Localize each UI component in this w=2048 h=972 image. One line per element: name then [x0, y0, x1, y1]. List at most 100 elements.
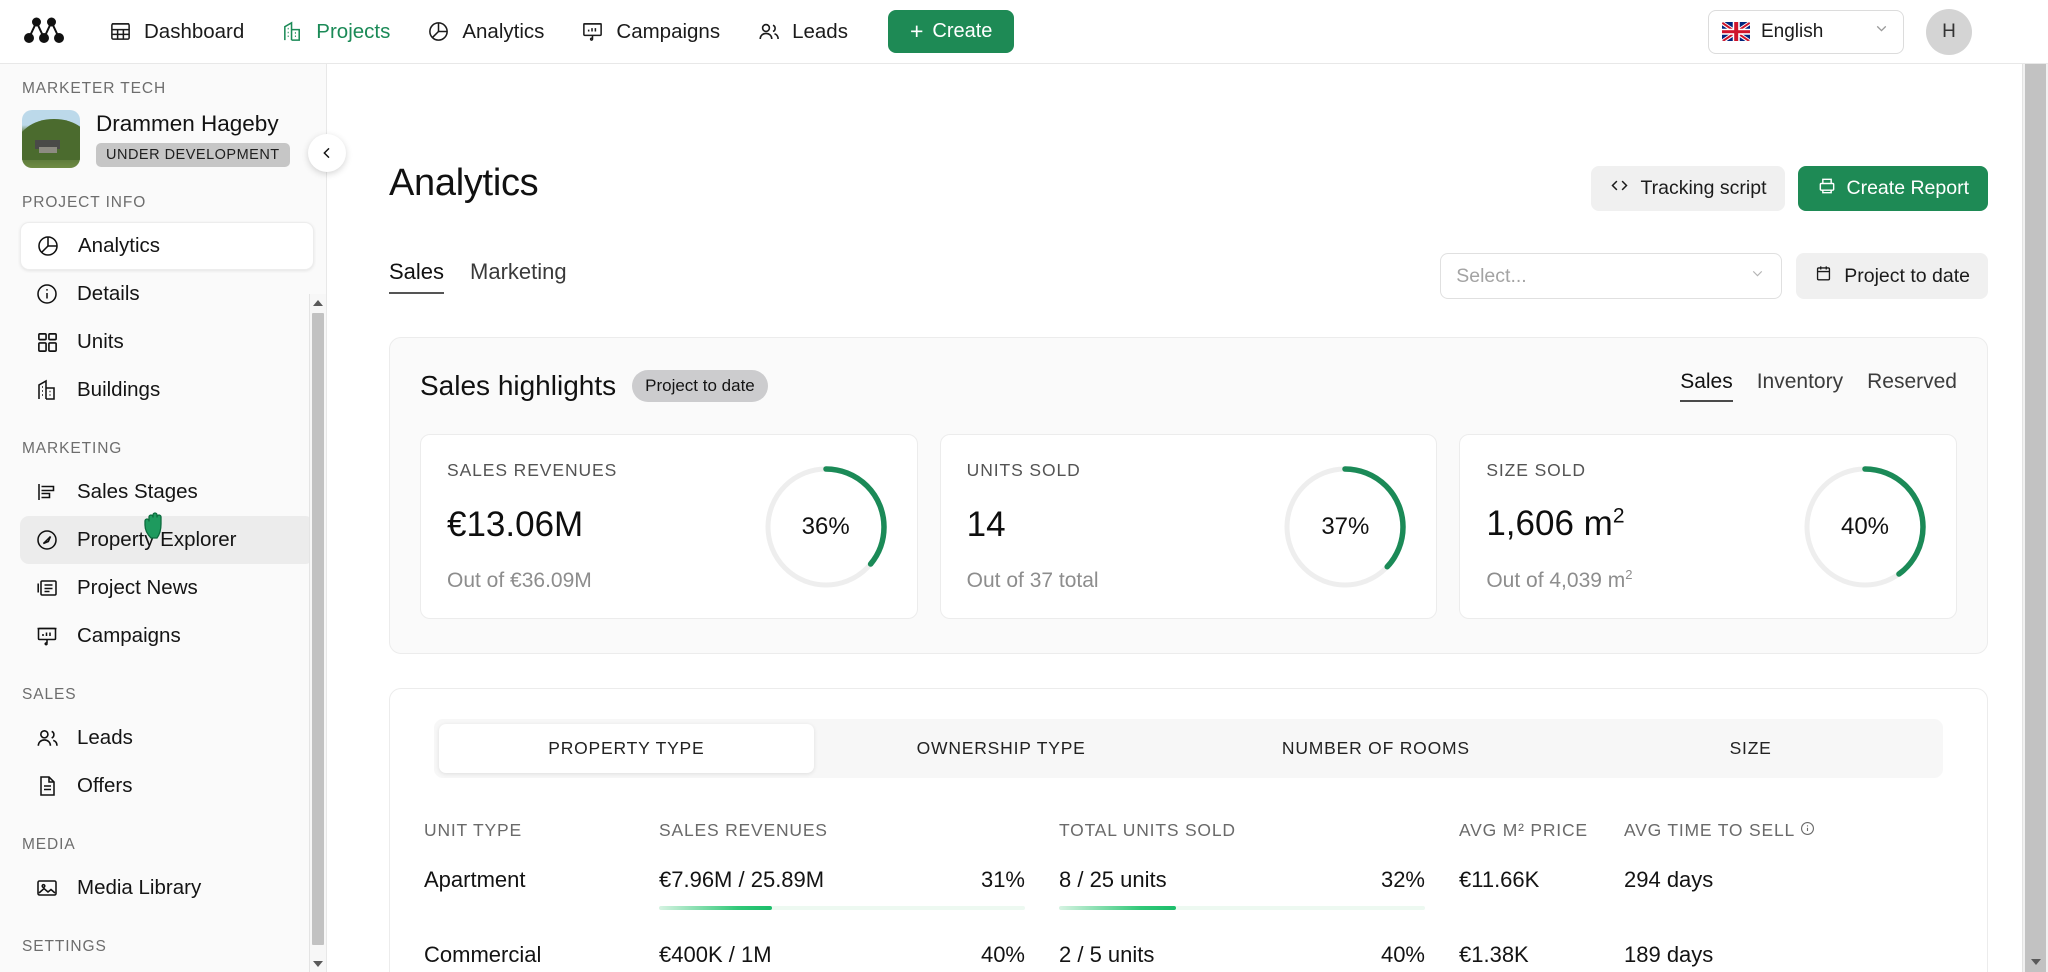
- table-row[interactable]: Apartment €7.96M / 25.89M 31% 8 / 25 uni…: [424, 867, 1953, 942]
- highlights-tab-inventory[interactable]: Inventory: [1757, 370, 1843, 402]
- filter-select[interactable]: Select...: [1440, 253, 1783, 299]
- sidebar-label-sales-stages: Sales Stages: [77, 480, 198, 503]
- kpi-label-units-sold: UNITS SOLD: [966, 460, 1081, 480]
- bar-stages-icon: [34, 479, 60, 505]
- sidebar-collapse-button[interactable]: [308, 134, 346, 172]
- sidebar-group-title-project-info: PROJECT INFO: [22, 194, 147, 211]
- tab-marketing[interactable]: Marketing: [470, 259, 567, 294]
- col-total-units-sold: TOTAL UNITS SOLD: [1059, 820, 1236, 840]
- sidebar-item-buildings[interactable]: Buildings: [20, 366, 314, 414]
- nav-item-dashboard[interactable]: Dashboard: [90, 11, 262, 52]
- sales-highlights-tabs: Sales Inventory Reserved: [1680, 370, 1957, 402]
- sidebar-item-campaigns[interactable]: Campaigns: [20, 612, 314, 660]
- browser-scrollbar-thumb[interactable]: [2025, 64, 2046, 972]
- col-sales-revenues: SALES REVENUES: [659, 820, 828, 840]
- sales-highlights-title: Sales highlights: [420, 370, 617, 401]
- kpi-value-size-sold: 1,606 m2: [1486, 504, 1625, 543]
- grid-four-icon: [34, 329, 60, 355]
- segment-property-type[interactable]: PROPERTY TYPE: [439, 724, 814, 773]
- kpi-sub-units-sold: Out of 37 total: [966, 569, 1099, 592]
- sales-highlights-period-pill: Project to date: [632, 370, 768, 402]
- avatar[interactable]: H: [1926, 8, 1972, 55]
- table-row[interactable]: Commercial €400K / 1M 40% 2 / 5 units 40…: [424, 942, 1953, 972]
- kpi-cards: SALES REVENUES €13.06M Out of €36.09M 36…: [420, 434, 1958, 619]
- segment-number-of-rooms[interactable]: NUMBER OF ROOMS: [1189, 724, 1564, 773]
- chevron-down-icon: [1873, 20, 1890, 43]
- browser-scrollbar[interactable]: [2022, 64, 2048, 972]
- compass-icon: [34, 527, 60, 553]
- create-report-button[interactable]: Create Report: [1797, 166, 1988, 211]
- segment-size[interactable]: SIZE: [1563, 724, 1938, 773]
- pie-chart-icon: [426, 19, 451, 44]
- sidebar-item-offers[interactable]: Offers: [20, 762, 314, 810]
- sidebar-group-title-sales: SALES: [22, 686, 77, 703]
- cell-sales-revenues: €7.96M / 25.89M 31%: [659, 867, 1059, 942]
- sub-header: Sales Marketing Select... Project to dat…: [389, 253, 1988, 299]
- cell-total-units-sold: 2 / 5 units 40%: [1059, 942, 1459, 972]
- highlights-tab-inventory-label: Inventory: [1756, 370, 1844, 393]
- project-summary[interactable]: Drammen Hageby UNDER DEVELOPMENT: [0, 108, 326, 168]
- col-avg-time-to-sell: AVG TIME TO SELL: [1624, 806, 1953, 867]
- col-avg-time-to-sell-label: AVG TIME TO SELL: [1624, 820, 1795, 840]
- sidebar-item-project-news[interactable]: Project News: [20, 564, 314, 612]
- page-header-actions: Tracking script Create Report: [1591, 162, 1988, 211]
- cell-avg-m2-price: €1.38K: [1459, 942, 1529, 967]
- report-icon: [1817, 176, 1837, 202]
- mm-logo-icon[interactable]: [22, 12, 66, 52]
- scroll-down-arrow-icon[interactable]: [2023, 952, 2048, 972]
- highlights-tab-reserved[interactable]: Reserved: [1867, 370, 1957, 402]
- scroll-up-arrow-icon[interactable]: [310, 294, 326, 311]
- breakdown-table-head: UNIT TYPE SALES REVENUES TOTAL UNITS SOL…: [424, 806, 1953, 867]
- sidebar-label-property-explorer: Property Explorer: [77, 528, 237, 551]
- kpi-label-size-sold: SIZE SOLD: [1486, 460, 1586, 480]
- progress-bar-units: [1059, 906, 1425, 910]
- nav-item-campaigns[interactable]: Campaigns: [562, 11, 738, 52]
- segment-ownership-type[interactable]: OWNERSHIP TYPE: [814, 724, 1189, 773]
- sidebar-label-details: Details: [77, 282, 140, 305]
- cell-sales-revenues: €400K / 1M 40%: [659, 942, 1059, 972]
- sidebar-item-analytics[interactable]: Analytics: [20, 222, 314, 270]
- sidebar-item-details[interactable]: Details: [20, 270, 314, 318]
- info-tooltip-icon[interactable]: [1800, 820, 1815, 840]
- sidebar: MARKETER TECH Drammen Hageby UNDER DEVEL…: [0, 64, 327, 972]
- users-icon: [34, 725, 60, 751]
- sidebar-item-sales-stages[interactable]: Sales Stages: [20, 468, 314, 516]
- org-caption: MARKETER TECH: [22, 80, 167, 97]
- breakdown-table: UNIT TYPE SALES REVENUES TOTAL UNITS SOL…: [424, 806, 1953, 972]
- create-button[interactable]: + Create: [887, 10, 1015, 53]
- date-range-button[interactable]: Project to date: [1796, 253, 1988, 299]
- sidebar-item-leads[interactable]: Leads: [20, 714, 314, 762]
- kpi-value-sales-revenues: €13.06M: [447, 505, 584, 544]
- nav-item-projects[interactable]: Projects: [262, 11, 408, 52]
- page-header: Analytics Tracking script Create Report: [389, 64, 1988, 211]
- main-padding: Analytics Tracking script Create Report …: [327, 64, 2048, 972]
- topnav-right-cluster: English H: [1708, 8, 2024, 55]
- nav-item-leads[interactable]: Leads: [738, 11, 866, 52]
- create-report-label: Create Report: [1846, 177, 1969, 199]
- page-title: Analytics: [389, 162, 539, 204]
- chevron-down-icon: [1749, 265, 1766, 288]
- nav-label-campaigns: Campaigns: [616, 19, 721, 43]
- cell-avg-time-to-sell: 294 days: [1624, 867, 1714, 892]
- language-selector[interactable]: English: [1708, 9, 1904, 54]
- table-header-row: UNIT TYPE SALES REVENUES TOTAL UNITS SOL…: [424, 806, 1953, 867]
- tab-sales[interactable]: Sales: [389, 258, 445, 294]
- avatar-initial: H: [1942, 20, 1956, 42]
- sidebar-group-title-media: MEDIA: [22, 836, 76, 853]
- tab-sales-label: Sales: [389, 258, 445, 284]
- sidebar-scrollbar[interactable]: [309, 294, 326, 972]
- scroll-down-arrow-icon[interactable]: [310, 955, 326, 972]
- cell-units-value: 8 / 25 units: [1059, 867, 1167, 892]
- nav-item-analytics[interactable]: Analytics: [408, 11, 562, 52]
- analytics-tabs: Sales Marketing: [389, 259, 567, 294]
- sidebar-item-property-explorer[interactable]: Property Explorer: [20, 516, 314, 564]
- tracking-script-button[interactable]: Tracking script: [1591, 166, 1785, 211]
- sidebar-scrollbar-thumb[interactable]: [312, 313, 324, 945]
- kpi-card-units-sold: UNITS SOLD 14 Out of 37 total 37%: [939, 434, 1438, 619]
- highlights-tab-sales[interactable]: Sales: [1680, 370, 1733, 402]
- sidebar-item-media-library[interactable]: Media Library: [20, 864, 314, 912]
- app-root: Dashboard Projects Analytics Campaigns L…: [0, 0, 2048, 972]
- sidebar-item-units[interactable]: Units: [20, 318, 314, 366]
- sidebar-label-offers: Offers: [77, 774, 133, 797]
- donut-chart-sales-revenues: 36%: [761, 462, 891, 592]
